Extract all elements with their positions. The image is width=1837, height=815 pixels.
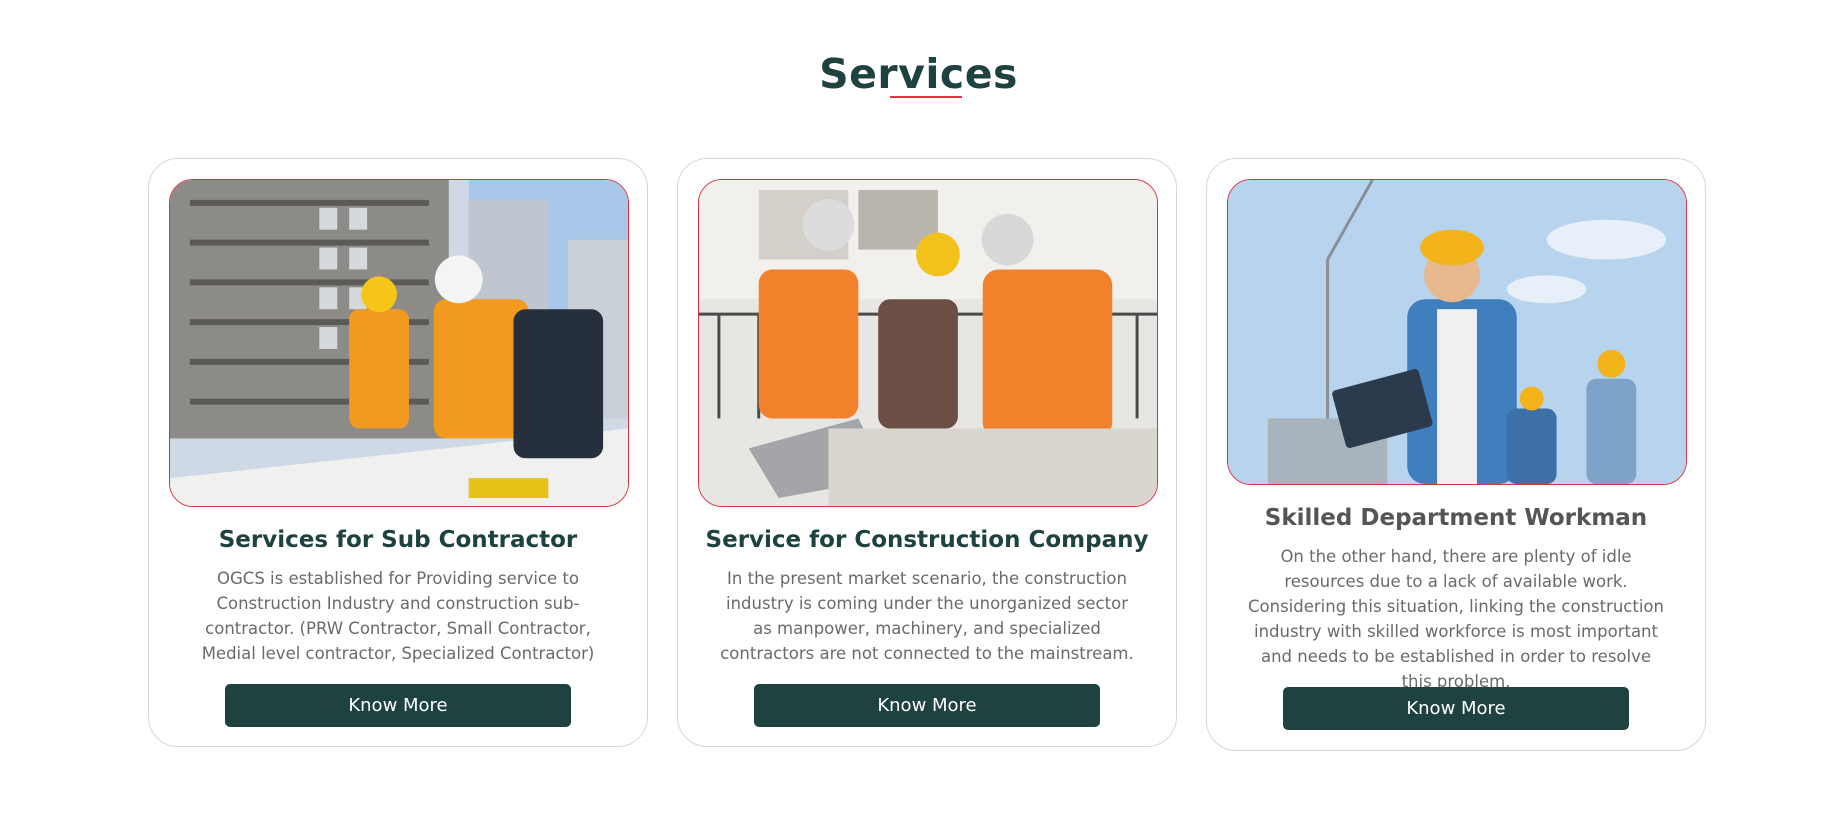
card-description: In the present market scenario, the cons… [720,569,1134,663]
card-description: On the other hand, there are plenty of i… [1248,547,1664,691]
know-more-button[interactable]: Know More [754,684,1100,727]
card-image [1227,179,1687,485]
card-image [698,179,1158,507]
section-title: Services [819,50,1018,98]
title-underline [890,96,962,98]
service-card-construction-company: Service for Construction Company In the … [677,158,1177,747]
service-card-skilled-workman: Skilled Department Workman On the other … [1206,158,1706,751]
card-title: Service for Construction Company [705,527,1149,553]
know-more-button[interactable]: Know More [1283,687,1629,730]
service-card-sub-contractor: Services for Sub Contractor OGCS is esta… [148,158,648,747]
card-title: Services for Sub Contractor [218,527,578,553]
know-more-button[interactable]: Know More [225,684,571,727]
card-description: OGCS is established for Providing servic… [201,569,595,663]
card-image [169,179,629,507]
card-title: Skilled Department Workman [1264,505,1648,531]
